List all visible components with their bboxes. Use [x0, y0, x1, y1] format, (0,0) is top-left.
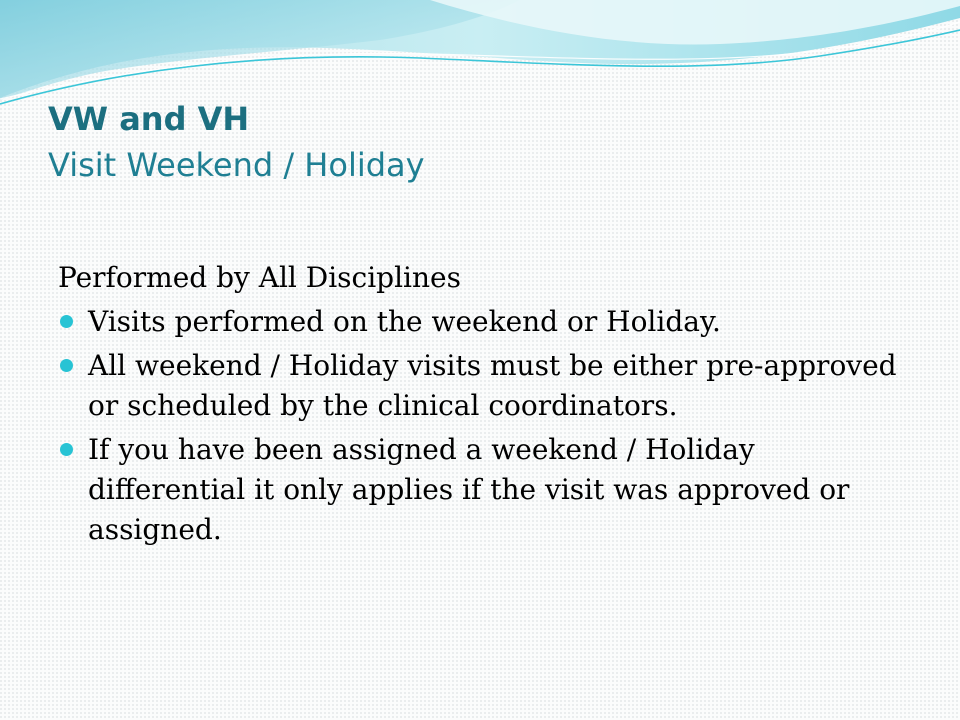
bullet-item: If you have been assigned a weekend / Ho… — [58, 430, 908, 550]
bullet-item: All weekend / Holiday visits must be eit… — [58, 346, 908, 426]
header-wave-decoration — [0, 0, 960, 105]
bullet-list: Visits performed on the weekend or Holid… — [58, 302, 908, 550]
slide-subtitle: Visit Weekend / Holiday — [48, 146, 425, 184]
slide-body: Performed by All Disciplines Visits perf… — [58, 258, 908, 554]
bullet-dot-icon — [60, 315, 73, 328]
bullet-dot-icon — [60, 359, 73, 372]
bullet-dot-icon — [60, 443, 73, 456]
bullet-text: If you have been assigned a weekend / Ho… — [88, 433, 850, 546]
bullet-text: Visits performed on the weekend or Holid… — [88, 305, 721, 338]
lead-text: Performed by All Disciplines — [58, 261, 461, 294]
slide-title-block: VW and VH Visit Weekend / Holiday — [48, 96, 908, 188]
slide-title: VW and VH — [48, 100, 250, 138]
bullet-text: All weekend / Holiday visits must be eit… — [88, 349, 897, 422]
bullet-item: Visits performed on the weekend or Holid… — [58, 302, 908, 342]
